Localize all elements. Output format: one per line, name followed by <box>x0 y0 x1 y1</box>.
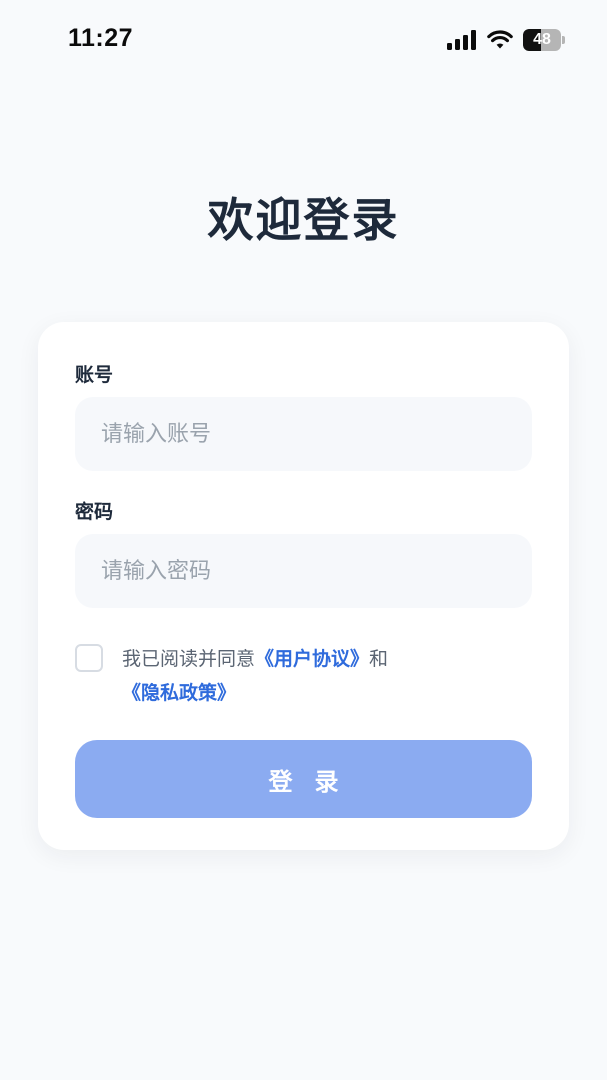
wifi-icon <box>487 30 513 49</box>
page-title: 欢迎登录 <box>207 193 400 247</box>
user-agreement-link[interactable]: 《用户协议》 <box>255 648 369 670</box>
password-label: 密码 <box>75 501 114 523</box>
status-indicators: 48 <box>447 28 565 52</box>
agreement-text: 我已阅读并同意《用户协议》和《隐私政策》 <box>122 642 522 710</box>
cellular-signal-icon <box>447 30 476 50</box>
privacy-policy-link[interactable]: 《隐私政策》 <box>122 682 236 704</box>
account-input[interactable] <box>75 397 532 471</box>
password-input[interactable] <box>75 534 532 608</box>
status-time: 11:27 <box>68 24 134 52</box>
login-card: 账号 密码 我已阅读并同意《用户协议》和《隐私政策》 登录 <box>38 322 569 850</box>
status-bar: 11:27 48 <box>0 0 607 80</box>
login-button[interactable]: 登录 <box>75 740 532 818</box>
agreement-prefix: 我已阅读并同意 <box>122 648 256 670</box>
battery-icon: 48 <box>523 29 565 51</box>
battery-level-text: 48 <box>533 31 551 48</box>
account-label: 账号 <box>75 364 114 386</box>
password-field-container <box>75 534 532 608</box>
account-field-container <box>75 397 532 471</box>
agreement-checkbox[interactable] <box>75 644 103 672</box>
agreement-conjunction: 和 <box>369 648 389 670</box>
